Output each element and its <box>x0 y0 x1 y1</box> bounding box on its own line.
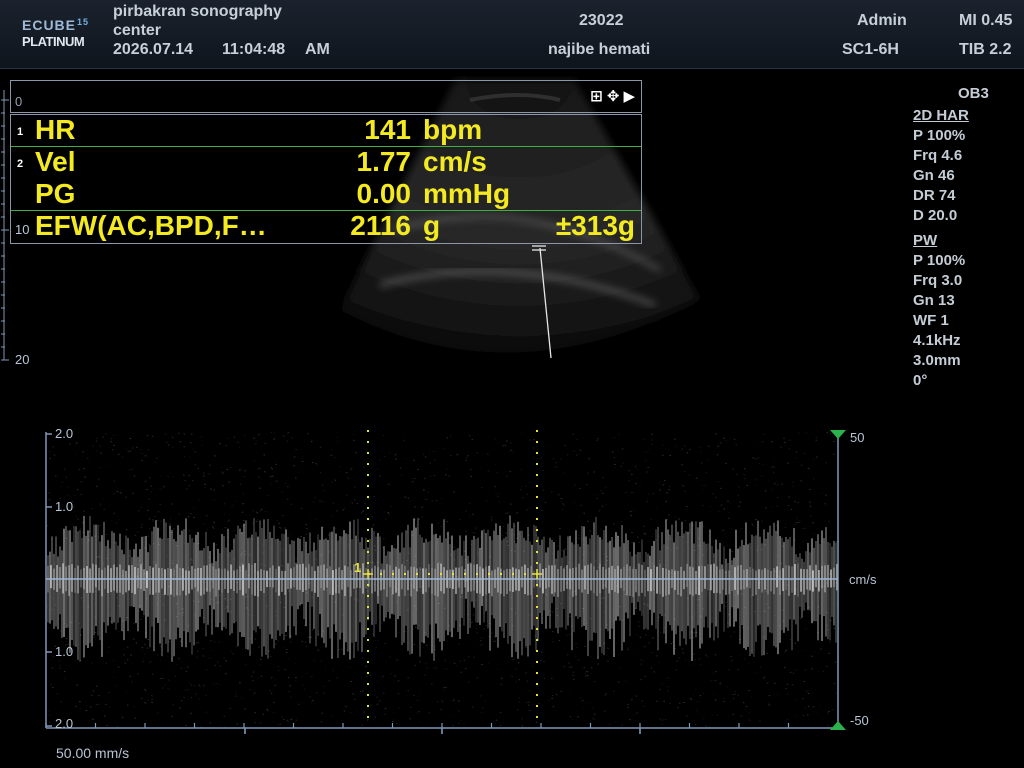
play-arrow-icon[interactable]: ▶ <box>623 87 635 105</box>
cursor-index-label: 1 <box>354 560 362 575</box>
scale-bottom-label: -50 <box>850 713 869 728</box>
measurement-results: 1 HR 141 bpm 2 Vel 1.77 cm/s PG 0.00 mmH… <box>10 114 642 244</box>
measurement-row-efw[interactable]: EFW(AC,BPD,F… 2116 g ±313g <box>11 210 641 243</box>
param-2d-frequency: Frq 4.6 <box>913 147 963 164</box>
param-depth: D 20.0 <box>913 207 958 224</box>
exam-ampm: AM <box>305 41 330 58</box>
brand-logo: ECUBE15 PLATINUM <box>22 17 90 49</box>
header-bar: ECUBE15 PLATINUM pirbakran sonography ce… <box>0 0 1024 69</box>
param-prf: 4.1kHz <box>913 332 961 349</box>
grid-icon[interactable]: ⊞ <box>590 87 603 105</box>
user-name: Admin <box>857 12 907 29</box>
vel-tick-top: 2.0 <box>55 426 74 441</box>
scale-bottom-marker <box>830 721 846 730</box>
measurement-row-hr[interactable]: 1 HR 141 bpm <box>11 114 641 147</box>
exam-date: 2026.07.14 <box>113 41 194 58</box>
exam-time: 11:04:48 <box>222 41 286 58</box>
patient-name: najibe hemati <box>548 41 651 58</box>
measurement-toolbar: ⊞ ✥ ▶ <box>10 80 642 113</box>
institution-name: pirbakran sonography <box>113 3 282 20</box>
preset-label: OB3 <box>958 85 989 102</box>
scale-top-marker <box>830 430 846 439</box>
param-pw-gain: Gn 13 <box>913 292 955 309</box>
param-angle: 0° <box>913 372 928 389</box>
depth-label-bottom: 20 <box>15 352 30 367</box>
doppler-spectrum <box>45 430 846 734</box>
param-mode-2d: 2D HAR <box>913 107 969 124</box>
measurement-row-pg[interactable]: PG 0.00 mmHg <box>11 178 641 211</box>
param-2d-gain: Gn 46 <box>913 167 955 184</box>
measurement-row-vel[interactable]: 2 Vel 1.77 cm/s <box>11 146 641 179</box>
param-mode-pw: PW <box>913 232 938 249</box>
tib-value: TIB 2.2 <box>959 41 1012 58</box>
vel-tick-bottom: 2.0 <box>55 716 74 731</box>
scale-unit-label: cm/s <box>849 572 877 587</box>
vel-tick-upper: 1.0 <box>55 499 74 514</box>
patient-id: 23022 <box>579 12 624 29</box>
param-2d-power: P 100% <box>913 127 966 144</box>
move-icon[interactable]: ✥ <box>607 87 620 105</box>
vel-tick-lower: 1.0 <box>55 644 74 659</box>
sweep-speed: 50.00 mm/s <box>56 745 130 761</box>
param-pw-frequency: Frq 3.0 <box>913 272 963 289</box>
spectrum-envelope <box>47 515 838 662</box>
param-dynamic-range: DR 74 <box>913 187 956 204</box>
param-gate-size: 3.0mm <box>913 352 961 369</box>
scale-top-label: 50 <box>850 430 865 445</box>
institution-name-line2: center <box>113 22 162 39</box>
param-wall-filter: WF 1 <box>913 312 949 329</box>
probe-name: SC1-6H <box>842 41 899 58</box>
param-pw-power: P 100% <box>913 252 966 269</box>
mi-value: MI 0.45 <box>959 12 1013 29</box>
